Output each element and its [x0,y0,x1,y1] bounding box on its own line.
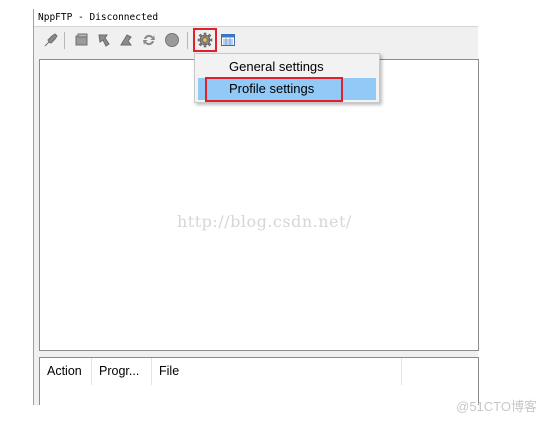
blog-watermark: http://blog.csdn.net/ [177,212,352,231]
connect-icon[interactable] [43,32,59,48]
column-header-file[interactable]: File [152,358,402,385]
toolbar-separator [64,32,65,49]
corner-watermark: @51CTO博客 [456,399,537,414]
panel-titlebar: NppFTP - Disconnected [34,9,478,27]
settings-icon[interactable] [197,32,213,48]
menu-item-general-settings[interactable]: General settings [198,56,376,78]
transfer-queue[interactable]: Action Progr... File [39,357,479,405]
column-header-action[interactable]: Action [40,358,92,385]
message-window-icon[interactable] [220,32,236,48]
upload-icon[interactable] [118,32,134,48]
download-icon[interactable] [96,32,112,48]
profile-settings-highlight [205,77,343,102]
toolbar [34,27,478,53]
toolbar-separator [187,32,188,49]
abort-icon[interactable] [164,32,180,48]
sync-icon[interactable] [141,32,157,48]
refresh-icon[interactable] [74,32,90,48]
column-header-progress[interactable]: Progr... [92,358,152,385]
panel-title: NppFTP - Disconnected [38,12,159,23]
